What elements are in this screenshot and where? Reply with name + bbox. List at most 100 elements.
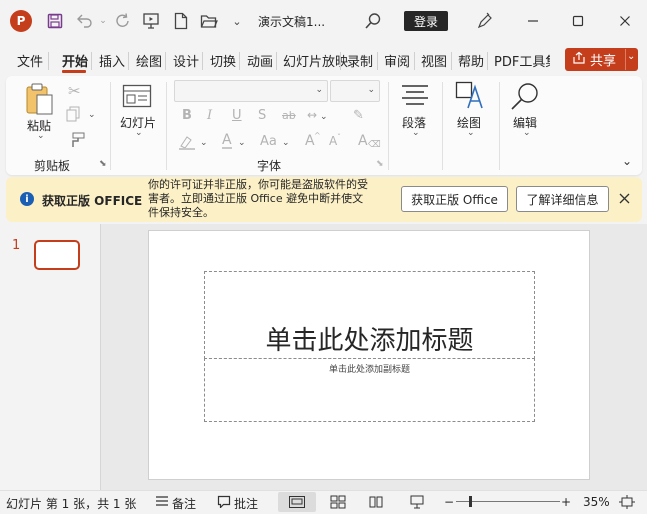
reading-view-icon[interactable]: [369, 495, 383, 512]
paste-icon[interactable]: [24, 82, 54, 119]
tab-file[interactable]: 文件: [17, 51, 43, 70]
login-button[interactable]: 登录: [404, 11, 448, 31]
tab-animations[interactable]: 动画: [247, 51, 273, 70]
group-divider: [110, 82, 111, 170]
new-file-icon[interactable]: [170, 10, 192, 32]
chevron-down-icon[interactable]: ⌄: [367, 85, 375, 95]
tab-divider: [414, 52, 415, 70]
italic-button[interactable]: I: [207, 108, 212, 123]
share-icon: [572, 51, 586, 69]
close-icon[interactable]: [610, 8, 640, 34]
chevron-down-icon[interactable]: ⌄: [200, 138, 208, 148]
copy-icon[interactable]: [66, 106, 82, 125]
zoom-level[interactable]: 35%: [583, 495, 610, 509]
dialog-launcher-icon[interactable]: ⬊: [376, 159, 384, 169]
new-slide-icon[interactable]: [122, 84, 152, 111]
eraser-icon: ⌫: [368, 140, 381, 150]
font-name-combo[interactable]: ⌄: [174, 80, 328, 102]
chevron-down-icon[interactable]: ⌄: [627, 51, 635, 62]
close-icon[interactable]: [619, 193, 630, 207]
save-icon[interactable]: [44, 10, 66, 32]
warning-message-line: 件保持安全。: [148, 206, 214, 219]
tab-divider: [91, 52, 92, 70]
get-genuine-office-button[interactable]: 获取正版 Office: [401, 186, 508, 212]
chevron-down-icon[interactable]: ⌄: [37, 131, 45, 141]
font-group-label: 字体: [257, 159, 282, 173]
tab-pdf-tools[interactable]: PDF工具集: [494, 51, 550, 70]
tab-home[interactable]: 开始: [62, 51, 88, 70]
ribbon-tabs: 文件 开始 插入 绘图 设计 切换 动画 幻灯片放映 录制 审阅 视图 帮助 P…: [0, 47, 647, 73]
zoom-out-button[interactable]: −: [444, 495, 454, 509]
cut-icon[interactable]: ✂: [68, 82, 81, 100]
chevron-down-icon[interactable]: ⌄: [135, 128, 143, 138]
chevron-down-icon[interactable]: ⌄: [315, 85, 323, 95]
fit-to-window-icon[interactable]: [619, 495, 635, 512]
font-color-button[interactable]: A: [222, 133, 232, 149]
undo-dropdown-icon[interactable]: ⌄: [92, 10, 114, 32]
zoom-in-button[interactable]: +: [561, 495, 571, 509]
tab-record[interactable]: 录制: [347, 51, 373, 70]
tab-design[interactable]: 设计: [173, 51, 199, 70]
highlighter-icon[interactable]: [178, 134, 196, 153]
underline-button[interactable]: U: [232, 108, 242, 123]
slide-canvas[interactable]: 单击此处添加标题 单击此处添加副标题: [148, 230, 590, 480]
pen-icon[interactable]: [474, 10, 496, 32]
search-icon[interactable]: [362, 10, 384, 32]
notes-icon[interactable]: [155, 495, 169, 510]
normal-view-button[interactable]: [278, 492, 316, 512]
customize-qat-icon[interactable]: ⌄: [226, 10, 248, 32]
redo-icon[interactable]: [112, 10, 134, 32]
present-icon[interactable]: [140, 10, 162, 32]
learn-more-button[interactable]: 了解详细信息: [516, 186, 609, 212]
character-spacing-icon[interactable]: ↔: [307, 108, 317, 122]
bold-button[interactable]: B: [182, 108, 192, 123]
minimize-icon[interactable]: [518, 8, 548, 34]
share-button[interactable]: 共享 ⌄: [565, 48, 638, 71]
font-size-combo[interactable]: ⌄: [330, 80, 380, 102]
strikethrough-button[interactable]: ab: [282, 109, 296, 122]
chevron-down-icon[interactable]: ⌄: [282, 138, 290, 148]
collapse-ribbon-icon[interactable]: ⌄: [622, 154, 632, 168]
active-tab-indicator: [62, 70, 86, 73]
slideshow-view-icon[interactable]: [410, 495, 424, 512]
tab-insert[interactable]: 插入: [99, 51, 125, 70]
tab-review[interactable]: 审阅: [384, 51, 410, 70]
tab-help[interactable]: 帮助: [458, 51, 484, 70]
search-icon[interactable]: [509, 81, 541, 114]
paragraph-icon[interactable]: [401, 84, 429, 109]
title-placeholder[interactable]: 单击此处添加标题: [204, 271, 535, 359]
open-folder-icon[interactable]: [198, 10, 220, 32]
share-label: 共享: [590, 54, 617, 69]
subtitle-placeholder[interactable]: 单击此处添加副标题: [204, 358, 535, 422]
title-bar: P ⌄ ⌄ 演示文稿1... 登录: [0, 0, 647, 42]
tab-view[interactable]: 视图: [421, 51, 447, 70]
zoom-slider-thumb[interactable]: [469, 496, 473, 507]
chevron-down-icon[interactable]: ⌄: [238, 138, 246, 148]
powerpoint-logo: P: [10, 10, 32, 32]
clear-formatting-button[interactable]: A: [358, 133, 368, 149]
chevron-down-icon[interactable]: ⌄: [88, 110, 96, 120]
tab-draw[interactable]: 绘图: [136, 51, 162, 70]
chevron-down-icon[interactable]: ⌄: [320, 112, 328, 122]
comments-button[interactable]: 批注: [234, 495, 258, 512]
tab-slideshow[interactable]: 幻灯片放映: [283, 51, 348, 70]
slide-thumbnail[interactable]: [34, 240, 80, 270]
notes-button[interactable]: 备注: [172, 495, 196, 512]
dialog-launcher-icon[interactable]: ⬊: [99, 159, 107, 169]
text-highlight-icon[interactable]: ✎: [353, 108, 364, 123]
shrink-font-button[interactable]: A: [329, 134, 337, 148]
document-title: 演示文稿1...: [258, 15, 326, 29]
shapes-icon[interactable]: [455, 81, 485, 112]
chevron-down-icon[interactable]: ⌄: [523, 128, 531, 138]
maximize-icon[interactable]: [563, 8, 593, 34]
change-case-button[interactable]: Aa: [260, 134, 277, 149]
format-painter-icon[interactable]: [67, 132, 85, 151]
shadow-button[interactable]: S: [258, 108, 266, 123]
slide-sorter-icon[interactable]: [330, 495, 346, 512]
warning-message: 你的许可证并非正版，你可能是盗版软件的受 害者。立即通过正版 Office 避免…: [148, 178, 398, 220]
chevron-down-icon[interactable]: ⌄: [467, 128, 475, 138]
tab-transitions[interactable]: 切换: [210, 51, 236, 70]
comments-icon[interactable]: [217, 495, 231, 511]
ribbon: 粘贴 ⌄ ✂ ⌄ 剪贴板 ⬊ 幻灯片 ⌄ ⌄ ⌄ B I U S ab ↔ ⌄ …: [6, 76, 642, 175]
chevron-down-icon[interactable]: ⌄: [412, 128, 420, 138]
